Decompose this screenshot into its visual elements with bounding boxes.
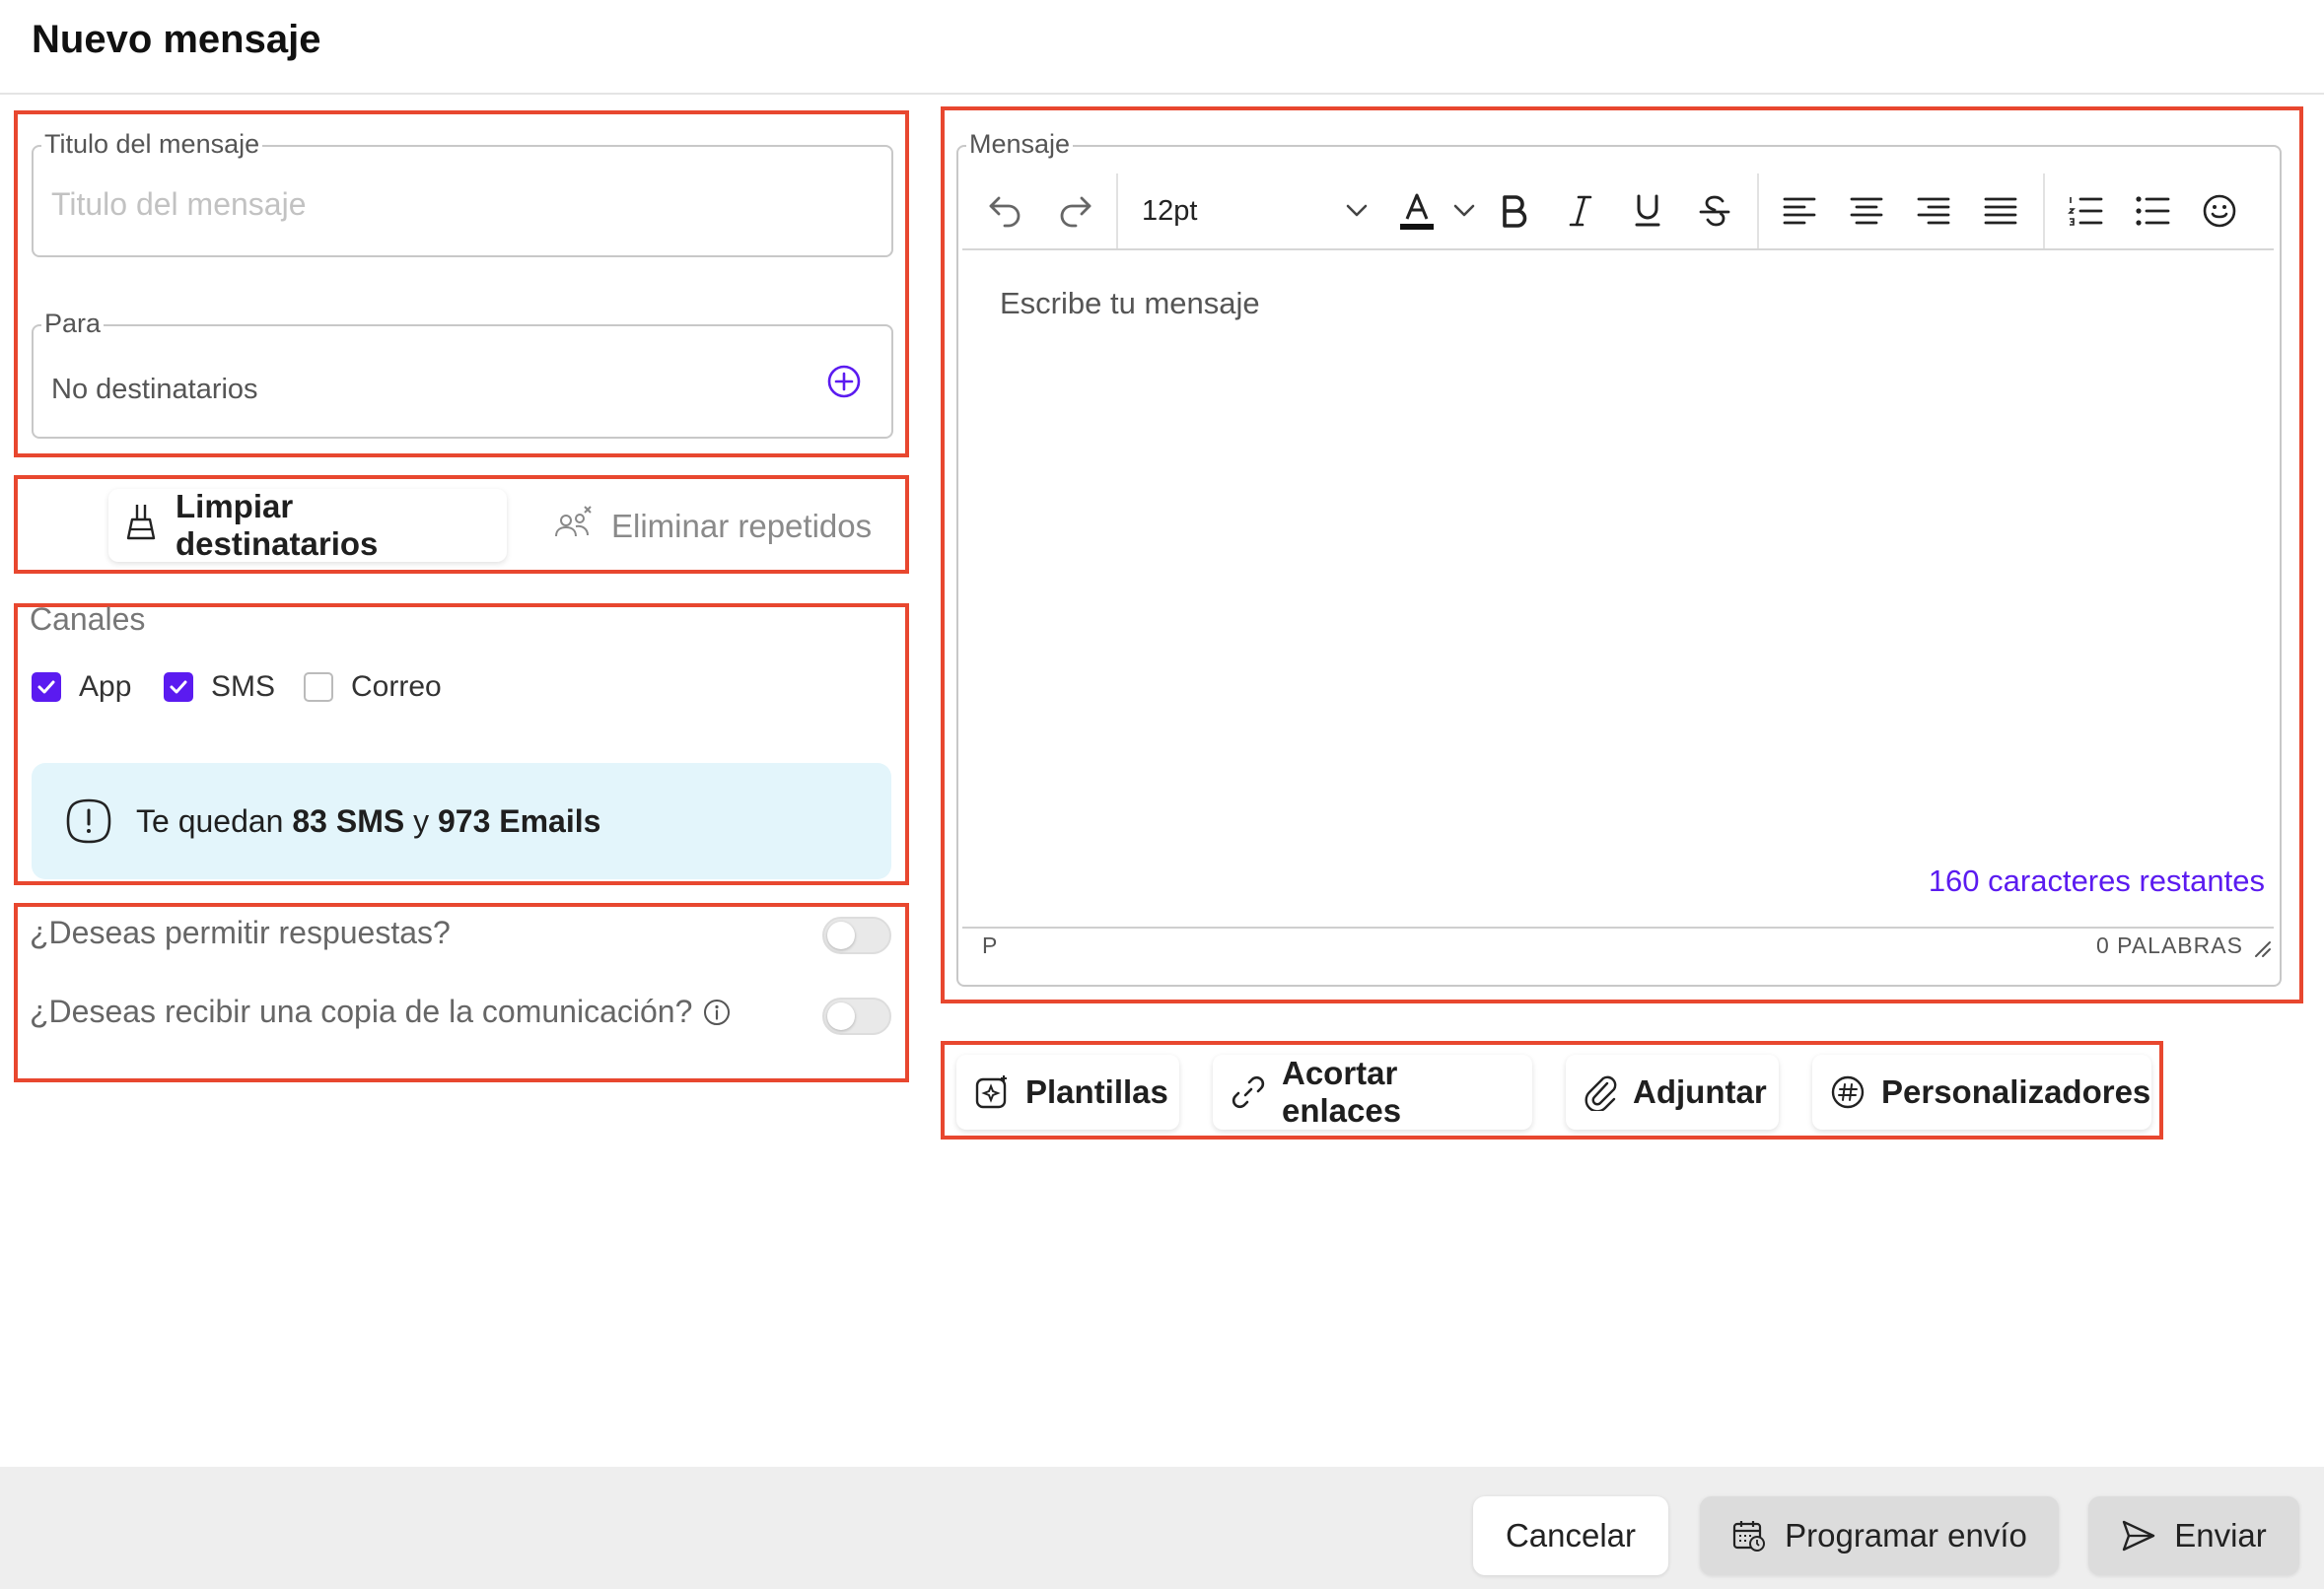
receive-copy-toggle[interactable] xyxy=(822,998,891,1035)
templates-icon xyxy=(974,1074,1010,1110)
add-recipient-icon[interactable] xyxy=(826,364,862,404)
underline-icon[interactable] xyxy=(1625,185,1670,237)
bold-icon[interactable] xyxy=(1491,185,1536,237)
undo-icon[interactable] xyxy=(982,185,1029,237)
allow-replies-toggle[interactable] xyxy=(822,917,891,954)
bullet-list-icon[interactable] xyxy=(2130,185,2175,237)
shorten-links-label: Acortar enlaces xyxy=(1282,1055,1402,1129)
align-right-icon[interactable] xyxy=(1911,185,1956,237)
title-placeholder: Titulo del mensaje xyxy=(51,186,307,222)
checkbox-checked-icon xyxy=(164,672,193,702)
channel-email-label: Correo xyxy=(351,670,442,703)
templates-button[interactable]: Plantillas xyxy=(956,1055,1179,1130)
align-center-icon[interactable] xyxy=(1844,185,1889,237)
toolbar-separator xyxy=(1757,173,1759,250)
checkbox-checked-icon xyxy=(32,672,61,702)
checkbox-unchecked-icon xyxy=(304,672,333,702)
editor-toolbar-divider xyxy=(962,248,2274,250)
align-left-icon[interactable] xyxy=(1777,185,1822,237)
channel-app-checkbox[interactable]: App xyxy=(32,670,131,704)
channels-label: Canales xyxy=(30,601,146,637)
quota-sms: 83 SMS xyxy=(292,802,405,839)
element-path: P xyxy=(982,933,998,958)
message-text-area[interactable]: Escribe tu mensaje xyxy=(986,260,2268,911)
channel-app-label: App xyxy=(79,670,132,703)
toolbar-separator xyxy=(1116,173,1118,250)
send-icon xyxy=(2121,1519,2156,1553)
toolbar-separator xyxy=(2043,173,2045,250)
personalizers-label: Personalizadores xyxy=(1881,1073,2151,1110)
channel-email-checkbox[interactable]: Correo xyxy=(304,670,442,704)
toggle-knob xyxy=(827,922,855,949)
chevron-down-icon xyxy=(1345,203,1369,219)
clear-recipients-button[interactable]: Limpiar destinatarios xyxy=(108,488,507,562)
text-color-chevron-icon[interactable] xyxy=(1449,185,1479,237)
paperclip-icon xyxy=(1584,1073,1617,1111)
numbered-list-icon[interactable] xyxy=(2063,185,2108,237)
page-title: Nuevo mensaje xyxy=(32,18,321,61)
remaining-characters: 160 caracteres restantes xyxy=(1928,864,2265,898)
channel-sms-checkbox[interactable]: SMS xyxy=(164,670,275,704)
receive-copy-row: ¿Deseas recibir una copia de la comunica… xyxy=(30,994,732,1030)
shorten-links-button[interactable]: Acortar enlaces xyxy=(1213,1055,1532,1130)
link-icon xyxy=(1231,1074,1266,1110)
word-count: 0 PALABRAS xyxy=(2096,933,2243,958)
attach-label: Adjuntar xyxy=(1633,1073,1767,1110)
quota-prefix: Te quedan xyxy=(136,802,284,839)
title-field-label: Titulo del mensaje xyxy=(41,129,263,159)
cancel-button[interactable]: Cancelar xyxy=(1473,1496,1668,1575)
channel-sms-label: SMS xyxy=(211,670,276,703)
title-field[interactable]: Titulo del mensaje Titulo del mensaje xyxy=(32,129,893,257)
schedule-send-button[interactable]: Programar envío xyxy=(1700,1496,2059,1575)
clear-recipients-label: Limpiar destinatarios xyxy=(176,488,379,562)
align-justify-icon[interactable] xyxy=(1978,185,2023,237)
emoji-icon[interactable] xyxy=(2197,185,2242,237)
quota-joiner: y xyxy=(413,802,430,839)
dialog-header: Nuevo mensaje xyxy=(0,0,2324,95)
calendar-clock-icon xyxy=(1731,1518,1767,1554)
recipients-field-label: Para xyxy=(41,309,105,338)
allow-replies-row: ¿Deseas permitir respuestas? xyxy=(30,915,451,951)
quota-banner: Te quedan 83 SMS y 973 Emails xyxy=(32,763,891,879)
send-label: Enviar xyxy=(2174,1517,2267,1554)
hashtag-icon xyxy=(1830,1074,1866,1110)
toggle-knob xyxy=(827,1002,855,1030)
editor-statusbar-divider xyxy=(962,927,2274,929)
send-button[interactable]: Enviar xyxy=(2088,1496,2299,1575)
recipients-value: No destinatarios xyxy=(51,374,258,405)
broom-icon xyxy=(124,502,158,549)
quota-emails: 973 Emails xyxy=(437,802,601,839)
message-label: Mensaje xyxy=(966,129,1074,159)
font-size-value: 12pt xyxy=(1142,194,1198,227)
redo-icon[interactable] xyxy=(1051,185,1098,237)
info-icon[interactable] xyxy=(702,998,732,1027)
text-color-icon[interactable] xyxy=(1394,185,1440,237)
resize-handle-icon[interactable] xyxy=(2252,938,2272,958)
message-placeholder: Escribe tu mensaje xyxy=(1000,286,1260,320)
alert-circle-icon xyxy=(65,797,112,845)
allow-replies-label: ¿Deseas permitir respuestas? xyxy=(30,915,451,950)
schedule-send-label: Programar envío xyxy=(1785,1517,2027,1554)
remove-duplicates-button[interactable]: Eliminar repetidos xyxy=(554,505,872,548)
personalizers-button[interactable]: Personalizadores xyxy=(1812,1055,2151,1130)
receive-copy-label: ¿Deseas recibir una copia de la comunica… xyxy=(30,994,693,1029)
attach-button[interactable]: Adjuntar xyxy=(1566,1055,1779,1130)
remove-duplicates-label: Eliminar repetidos xyxy=(611,508,873,544)
recipients-field[interactable]: Para No destinatarios xyxy=(32,309,893,439)
italic-icon[interactable] xyxy=(1558,185,1603,237)
font-size-select[interactable]: 12pt xyxy=(1134,185,1376,237)
users-remove-icon xyxy=(554,505,594,548)
cancel-label: Cancelar xyxy=(1505,1517,1637,1554)
strikethrough-icon[interactable] xyxy=(1692,185,1737,237)
templates-label: Plantillas xyxy=(1025,1073,1168,1110)
